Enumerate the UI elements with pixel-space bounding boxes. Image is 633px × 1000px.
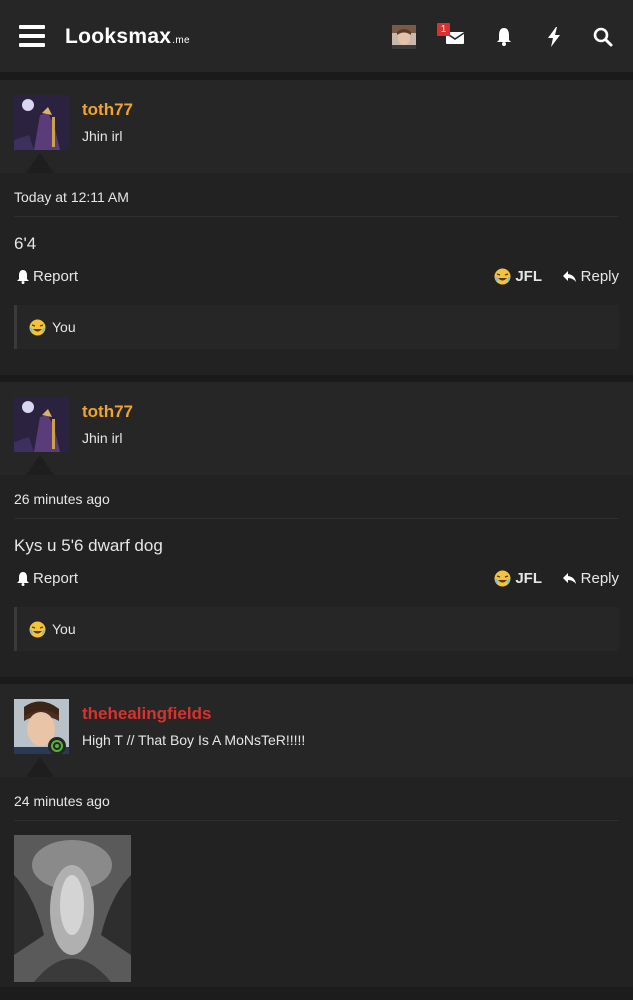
bell-icon	[17, 270, 29, 284]
post-actions: Report JFL Reply	[0, 262, 633, 298]
report-label: Report	[33, 268, 79, 285]
reaction-by: You	[52, 319, 76, 335]
post-date[interactable]: Today at 12:11 AM	[0, 173, 633, 216]
bell-icon	[17, 572, 29, 586]
post: toth77 Jhin irl Today at 12:11 AM 6'4 Re…	[0, 73, 633, 375]
reaction-summary[interactable]: You	[14, 305, 619, 349]
site-logo[interactable]: Looksmax.me	[65, 25, 190, 49]
user-avatar[interactable]	[14, 397, 69, 452]
post-user-block: thehealingfields High T // That Boy Is A…	[0, 684, 633, 777]
user-title: Jhin irl	[82, 128, 123, 144]
username[interactable]: toth77	[82, 100, 133, 120]
attached-image[interactable]	[14, 835, 131, 982]
post-date[interactable]: 24 minutes ago	[0, 777, 633, 820]
divider	[14, 820, 619, 821]
reaction-by: You	[52, 621, 76, 637]
laughing-emoji-icon	[29, 621, 46, 637]
online-status-icon	[48, 737, 66, 755]
logo-tld: .me	[172, 35, 190, 46]
post-arrow	[26, 455, 54, 475]
jfl-label: JFL	[515, 570, 542, 587]
reply-button[interactable]: Reply	[562, 268, 619, 285]
post-user-block: toth77 Jhin irl	[0, 80, 633, 173]
logo-text: Looksmax	[65, 25, 172, 48]
search-icon[interactable]	[590, 24, 616, 50]
post: toth77 Jhin irl 26 minutes ago Kys u 5'6…	[0, 375, 633, 677]
laughing-emoji-icon	[29, 319, 46, 335]
bolt-icon[interactable]	[541, 24, 567, 50]
user-title: Jhin irl	[82, 430, 123, 446]
post-date[interactable]: 26 minutes ago	[0, 475, 633, 518]
username[interactable]: toth77	[82, 402, 133, 422]
jfl-label: JFL	[515, 268, 542, 285]
reaction-summary[interactable]: You	[14, 607, 619, 651]
laughing-emoji-icon	[494, 268, 511, 285]
reply-button[interactable]: Reply	[562, 570, 619, 587]
post-actions: Report JFL Reply	[0, 564, 633, 600]
menu-icon[interactable]	[19, 25, 45, 47]
top-navigation-bar: Looksmax.me 1	[0, 0, 633, 73]
user-avatar[interactable]	[392, 25, 416, 49]
user-avatar[interactable]	[14, 95, 69, 150]
post-body: Kys u 5'6 dwarf dog	[14, 536, 163, 555]
post: thehealingfields High T // That Boy Is A…	[0, 677, 633, 987]
inbox-badge: 1	[437, 23, 450, 36]
reply-arrow-icon	[562, 573, 576, 584]
post-arrow	[26, 153, 54, 173]
report-button[interactable]: Report	[16, 268, 78, 285]
username[interactable]: thehealingfields	[82, 704, 211, 724]
post-body: 6'4	[14, 234, 37, 253]
reply-label: Reply	[580, 268, 619, 285]
jfl-reaction-button[interactable]: JFL	[494, 268, 542, 285]
post-user-block: toth77 Jhin irl	[0, 382, 633, 475]
jfl-reaction-button[interactable]: JFL	[494, 570, 542, 587]
report-button[interactable]: Report	[16, 570, 78, 587]
bell-icon[interactable]	[491, 24, 517, 50]
post-arrow	[26, 757, 54, 777]
reply-arrow-icon	[562, 271, 576, 282]
user-title: High T // That Boy Is A MoNsTeR!!!!!	[82, 732, 306, 748]
report-label: Report	[33, 570, 79, 587]
laughing-emoji-icon	[494, 570, 511, 587]
reply-label: Reply	[580, 570, 619, 587]
